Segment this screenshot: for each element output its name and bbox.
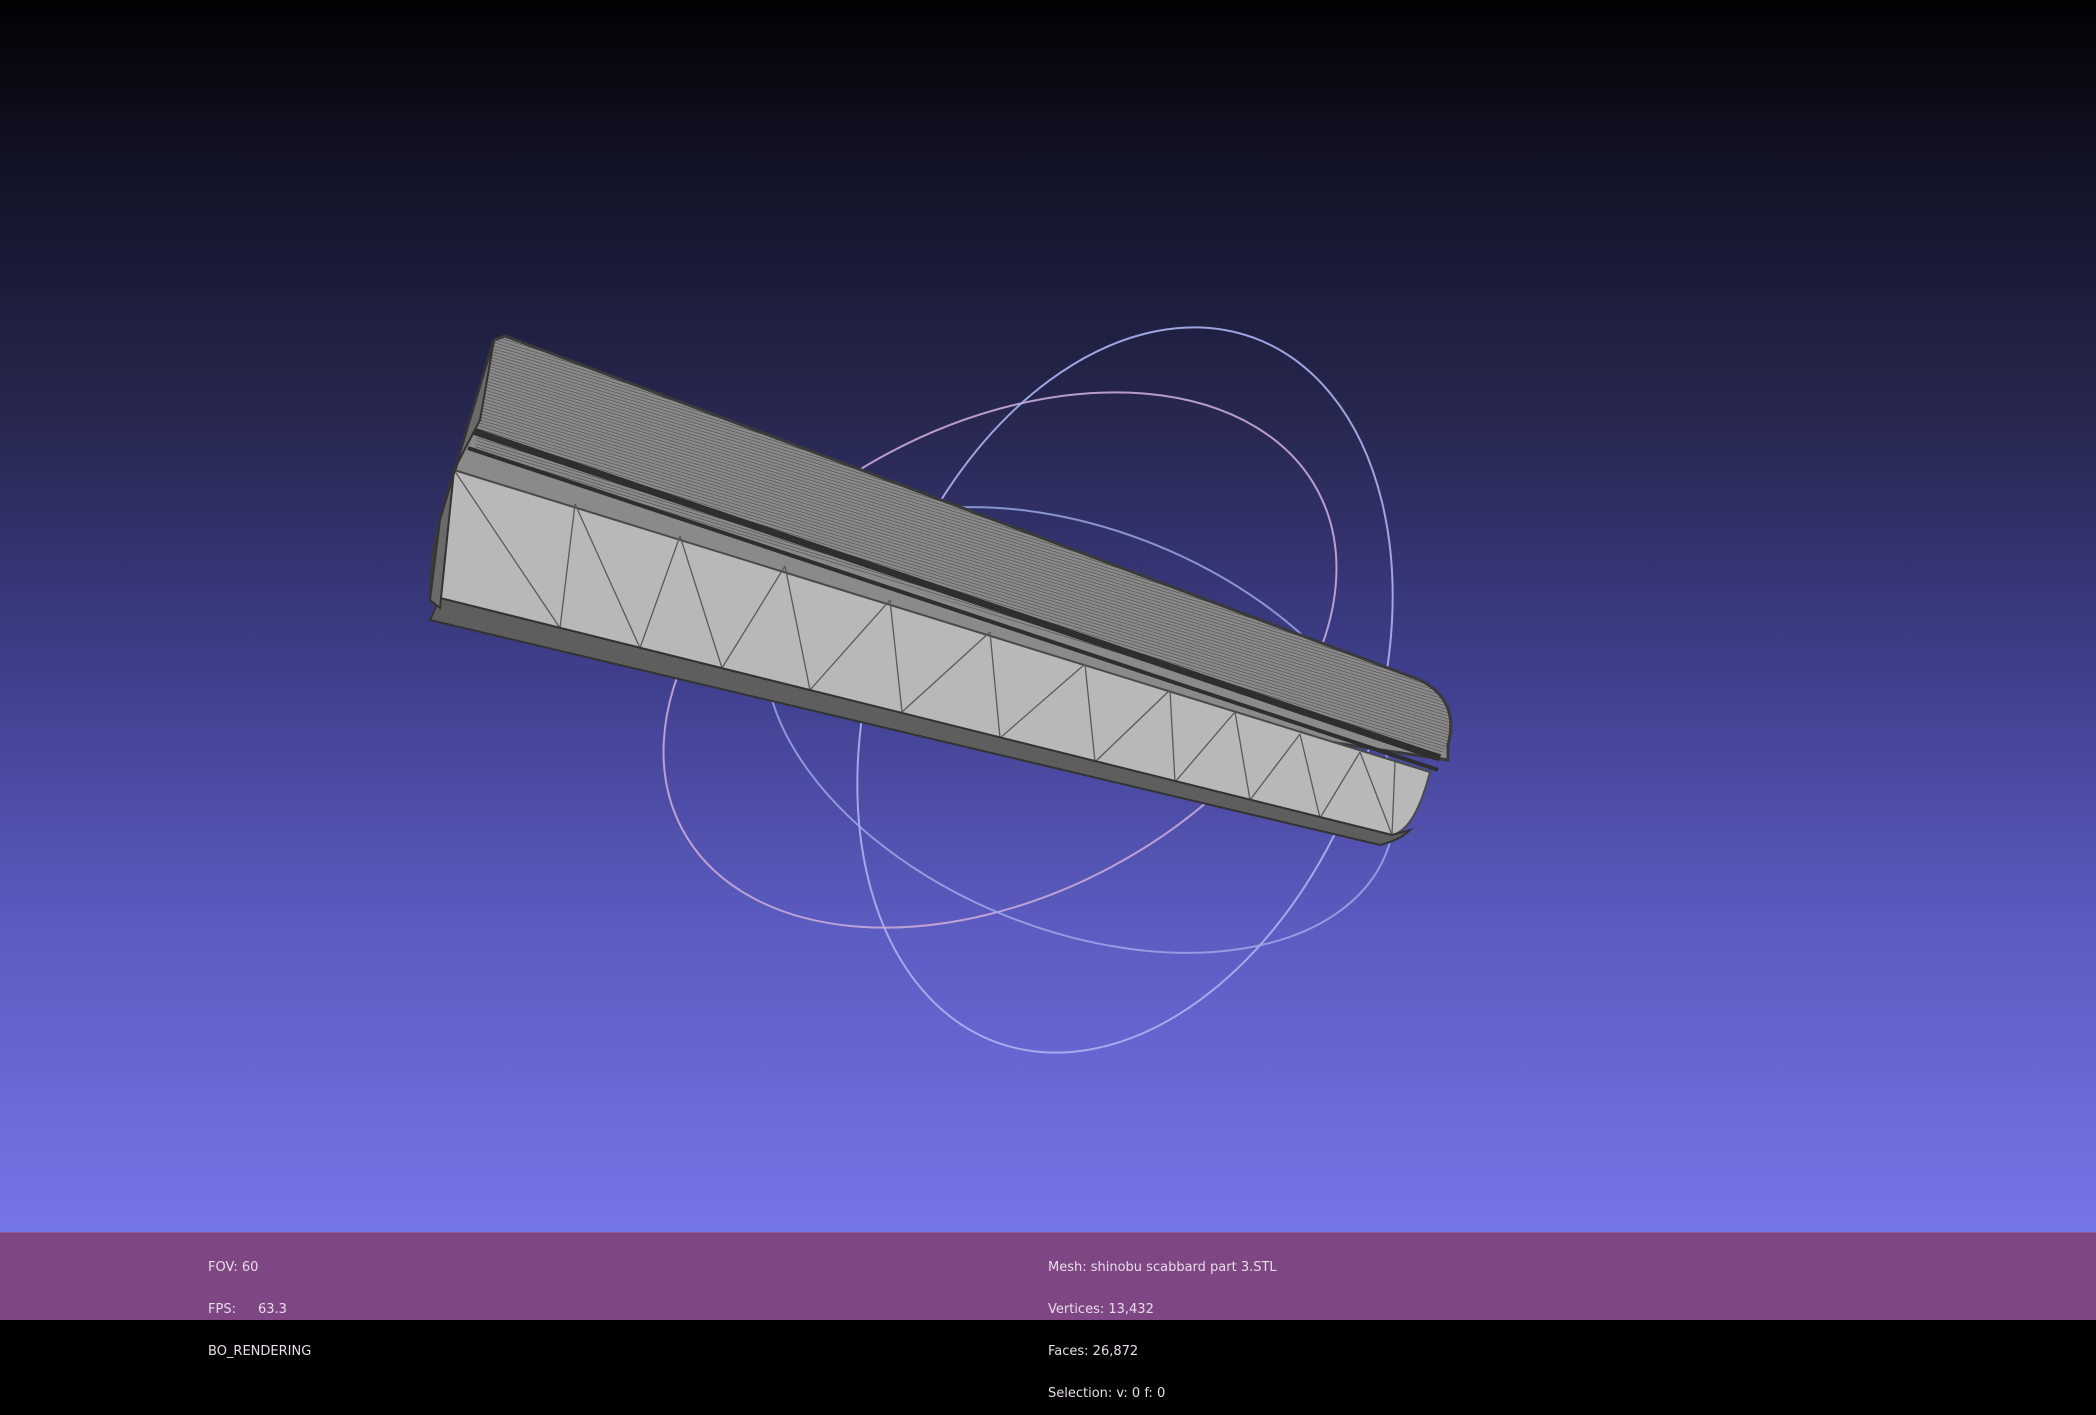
fov-label: FOV:	[208, 1260, 238, 1275]
scene-canvas[interactable]	[0, 0, 2096, 1232]
render-mode: BO_RENDERING	[208, 1344, 312, 1359]
fov-line: FOV: 60	[208, 1261, 311, 1275]
vertices-count: Vertices: 13,432	[1048, 1302, 1154, 1317]
mesh-name: Mesh: shinobu scabbard part 3.STL	[1048, 1260, 1277, 1275]
mesh-model[interactable]	[428, 334, 1453, 847]
fps-value: 63.3	[257, 1302, 287, 1317]
mesh-info: Mesh: shinobu scabbard part 3.STL Vertic…	[1048, 1233, 1277, 1415]
fps-line: FPS: 63.3	[208, 1303, 311, 1317]
fov-value: 60	[241, 1260, 259, 1275]
selection-info: Selection: v: 0 f: 0	[1048, 1386, 1166, 1401]
render-info: FOV: 60 FPS: 63.3 BO_RENDERING	[208, 1233, 311, 1373]
fps-label: FPS:	[208, 1302, 236, 1317]
3d-viewport[interactable]	[0, 0, 2096, 1232]
faces-count: Faces: 26,872	[1048, 1344, 1139, 1359]
